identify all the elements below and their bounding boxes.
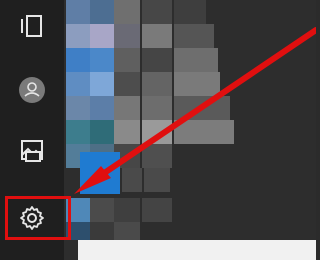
tile[interactable]	[80, 152, 120, 194]
tile[interactable]	[114, 0, 140, 24]
tile[interactable]	[174, 0, 206, 24]
tile[interactable]	[66, 0, 90, 24]
tile[interactable]	[144, 168, 170, 192]
tile[interactable]	[174, 120, 234, 144]
pictures-button[interactable]	[0, 128, 64, 176]
tile[interactable]	[90, 198, 114, 222]
tile[interactable]	[66, 72, 90, 96]
tile[interactable]	[90, 120, 114, 144]
panel-toggle-icon	[21, 15, 42, 37]
user-icon	[19, 77, 45, 103]
tile[interactable]	[174, 24, 214, 48]
tile[interactable]	[90, 72, 114, 96]
tile[interactable]	[142, 144, 172, 168]
tile[interactable]	[90, 222, 114, 240]
tile[interactable]	[114, 198, 140, 222]
tile[interactable]	[114, 120, 140, 144]
tile[interactable]	[142, 96, 172, 120]
tile[interactable]	[66, 120, 90, 144]
tile[interactable]	[174, 48, 218, 72]
pictures-icon	[21, 140, 43, 162]
tile[interactable]	[142, 24, 172, 48]
tile[interactable]	[174, 72, 220, 96]
tile[interactable]	[114, 72, 140, 96]
search-strip[interactable]	[78, 240, 316, 260]
tile[interactable]	[90, 48, 114, 72]
tile[interactable]	[90, 0, 114, 24]
tile[interactable]	[114, 48, 140, 72]
expand-button[interactable]	[0, 2, 64, 50]
tile[interactable]	[142, 48, 172, 72]
tile[interactable]	[66, 48, 90, 72]
tile[interactable]	[174, 96, 230, 120]
tile[interactable]	[142, 0, 172, 24]
tile[interactable]	[90, 24, 114, 48]
tile[interactable]	[142, 198, 172, 222]
account-button[interactable]	[0, 66, 64, 114]
tile[interactable]	[142, 120, 172, 144]
tile[interactable]	[114, 96, 140, 120]
tile[interactable]	[114, 222, 140, 240]
tile[interactable]	[114, 24, 140, 48]
tile[interactable]	[90, 96, 114, 120]
tile[interactable]	[142, 72, 172, 96]
tile[interactable]	[122, 168, 142, 192]
tile[interactable]	[66, 96, 90, 120]
start-menu-tile-grid	[64, 0, 316, 260]
tile[interactable]	[66, 24, 90, 48]
settings-highlight-box	[5, 196, 71, 240]
